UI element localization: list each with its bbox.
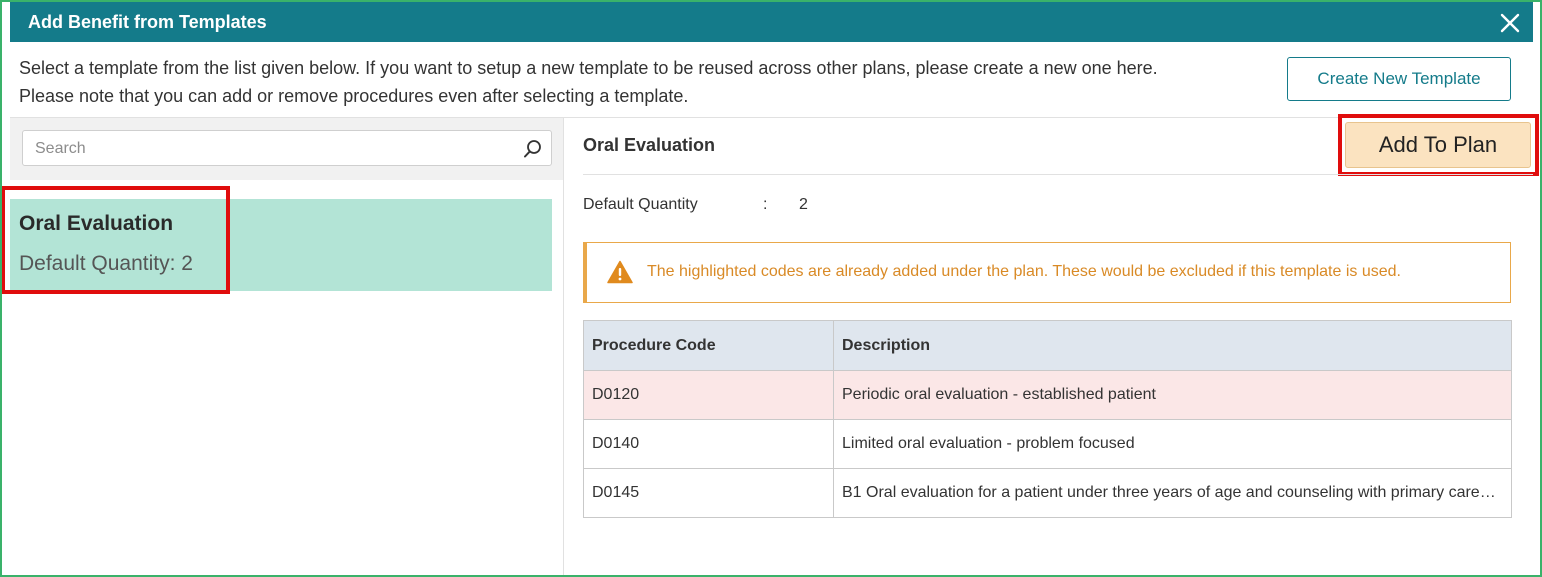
table-row: D0145 B1 Oral evaluation for a patient u… [583, 468, 1512, 518]
procedure-table: Procedure Code Description D0120 Periodi… [583, 320, 1512, 518]
description-cell: Periodic oral evaluation - established p… [833, 370, 1512, 420]
intro-line-1: Select a template from the list given be… [19, 58, 1158, 78]
panel-divider [563, 118, 564, 576]
detail-divider [583, 174, 1533, 175]
add-to-plan-button[interactable]: Add To Plan [1345, 122, 1531, 168]
search-icon[interactable] [523, 139, 543, 159]
search-input[interactable] [35, 138, 515, 160]
close-icon[interactable] [1497, 10, 1523, 36]
column-header-description: Description [833, 320, 1512, 371]
table-row: D0140 Limited oral evaluation - problem … [583, 419, 1512, 469]
default-quantity-value: 2 [799, 196, 808, 213]
procedure-code-cell: D0120 [583, 370, 834, 420]
table-header-row: Procedure Code Description [583, 320, 1512, 371]
column-header-procedure-code: Procedure Code [583, 320, 834, 371]
template-name: Oral Evaluation [19, 212, 174, 235]
template-quantity: Default Quantity: 2 [19, 252, 193, 275]
table-row: D0120 Periodic oral evaluation - establi… [583, 370, 1512, 420]
procedure-code-cell: D0140 [583, 419, 834, 469]
create-new-template-button[interactable]: Create New Template [1287, 57, 1511, 101]
warning-icon [607, 260, 633, 284]
warning-banner: The highlighted codes are already added … [583, 242, 1511, 303]
description-cell: Limited oral evaluation - problem focuse… [833, 419, 1512, 469]
procedure-code-cell: D0145 [583, 468, 834, 518]
detail-title: Oral Evaluation [583, 135, 716, 155]
default-quantity-colon: : [763, 196, 768, 213]
dialog-header: Add Benefit from Templates [10, 2, 1533, 42]
template-list-item[interactable]: Oral Evaluation Default Quantity: 2 [10, 199, 552, 291]
intro-text: Select a template from the list given be… [19, 54, 1158, 110]
dialog-title: Add Benefit from Templates [28, 12, 267, 32]
intro-line-2: Please note that you can add or remove p… [19, 86, 689, 106]
description-cell: B1 Oral evaluation for a patient under t… [833, 468, 1512, 518]
warning-text: The highlighted codes are already added … [647, 263, 1401, 280]
default-quantity-label: Default Quantity [583, 196, 698, 213]
search-box[interactable] [22, 130, 552, 166]
